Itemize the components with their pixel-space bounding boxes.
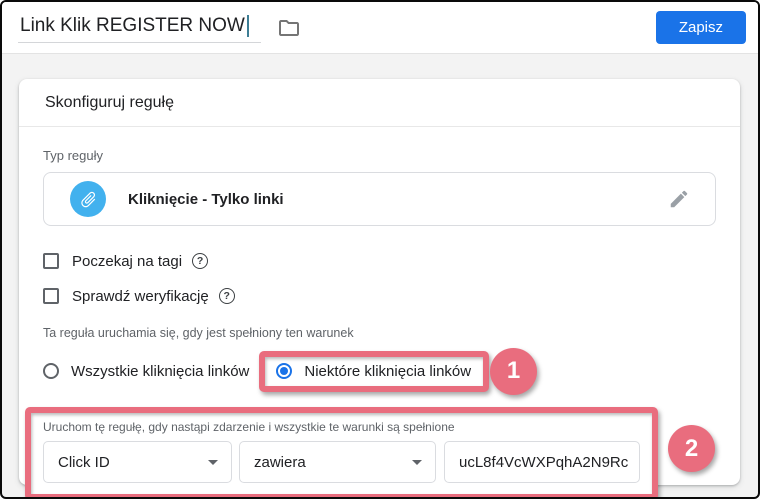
pencil-icon[interactable] xyxy=(667,187,691,211)
card-body: Typ reguły Kliknięcie - Tylko linki Pocz… xyxy=(19,127,740,499)
trigger-type-row[interactable]: Kliknięcie - Tylko linki xyxy=(43,172,716,226)
card-title: Skonfiguruj regułę xyxy=(19,79,740,127)
save-button[interactable]: Zapisz xyxy=(656,11,746,44)
filter-section: Uruchom tę regułę, gdy nastąpi zdarzenie… xyxy=(25,407,658,499)
top-bar: Link Klik REGISTER NOW Zapisz xyxy=(2,2,758,54)
filter-instruction-label: Uruchom tę regułę, gdy nastąpi zdarzenie… xyxy=(43,420,640,434)
wait-for-tags-row: Poczekaj na tagi ? xyxy=(43,248,716,274)
folder-icon[interactable] xyxy=(276,15,302,41)
condition-label: Ta reguła uruchamia się, gdy jest spełni… xyxy=(43,326,716,340)
annotation-badge-2: 2 xyxy=(668,425,715,472)
wait-for-tags-label: Poczekaj na tagi xyxy=(72,253,182,270)
check-validation-checkbox[interactable] xyxy=(43,288,59,304)
radio-unselected-icon[interactable] xyxy=(43,363,59,379)
trigger-config-card: Skonfiguruj regułę Typ reguły Kliknięcie… xyxy=(19,79,740,485)
help-icon[interactable]: ? xyxy=(219,288,235,304)
help-icon[interactable]: ? xyxy=(192,253,208,269)
filter-condition-row: Click ID zawiera ucL8f4VcWXPqhA2N9Rc xyxy=(43,441,640,483)
radio-some-label: Niektóre kliknięcia linków xyxy=(304,363,471,380)
gtm-trigger-editor-window: Link Klik REGISTER NOW Zapisz Skonfiguru… xyxy=(0,0,760,499)
fire-condition-options: Wszystkie kliknięcia linków Niektóre kli… xyxy=(43,345,716,397)
radio-all-link-clicks[interactable]: Wszystkie kliknięcia linków xyxy=(43,363,249,380)
filter-value-input[interactable]: ucL8f4VcWXPqhA2N9Rc xyxy=(444,441,640,483)
radio-selected-icon[interactable] xyxy=(276,363,292,379)
operator-dropdown-value: zawiera xyxy=(254,454,306,471)
variable-dropdown[interactable]: Click ID xyxy=(43,441,232,483)
text-cursor xyxy=(247,15,249,37)
annotation-box-2: Uruchom tę regułę, gdy nastąpi zdarzenie… xyxy=(25,407,658,499)
variable-dropdown-value: Click ID xyxy=(58,454,110,471)
trigger-type-value: Kliknięcie - Tylko linki xyxy=(128,191,284,208)
trigger-name-text: Link Klik REGISTER NOW xyxy=(20,15,245,36)
annotation-badge-1: 1 xyxy=(490,348,537,395)
check-validation-row: Sprawdź weryfikację ? xyxy=(43,283,716,309)
operator-dropdown[interactable]: zawiera xyxy=(239,441,436,483)
annotation-box-1: Niektóre kliknięcia linków xyxy=(259,351,489,392)
filter-value-text: ucL8f4VcWXPqhA2N9Rc xyxy=(459,454,628,471)
link-click-icon xyxy=(70,181,106,217)
trigger-name-input[interactable]: Link Klik REGISTER NOW xyxy=(18,12,261,43)
trigger-type-label: Typ reguły xyxy=(43,148,716,163)
chevron-down-icon xyxy=(208,460,218,465)
wait-for-tags-checkbox[interactable] xyxy=(43,253,59,269)
radio-some-link-clicks[interactable]: Niektóre kliknięcia linków xyxy=(276,363,471,380)
chevron-down-icon xyxy=(412,460,422,465)
radio-all-label: Wszystkie kliknięcia linków xyxy=(71,363,249,380)
check-validation-label: Sprawdź weryfikację xyxy=(72,288,209,305)
